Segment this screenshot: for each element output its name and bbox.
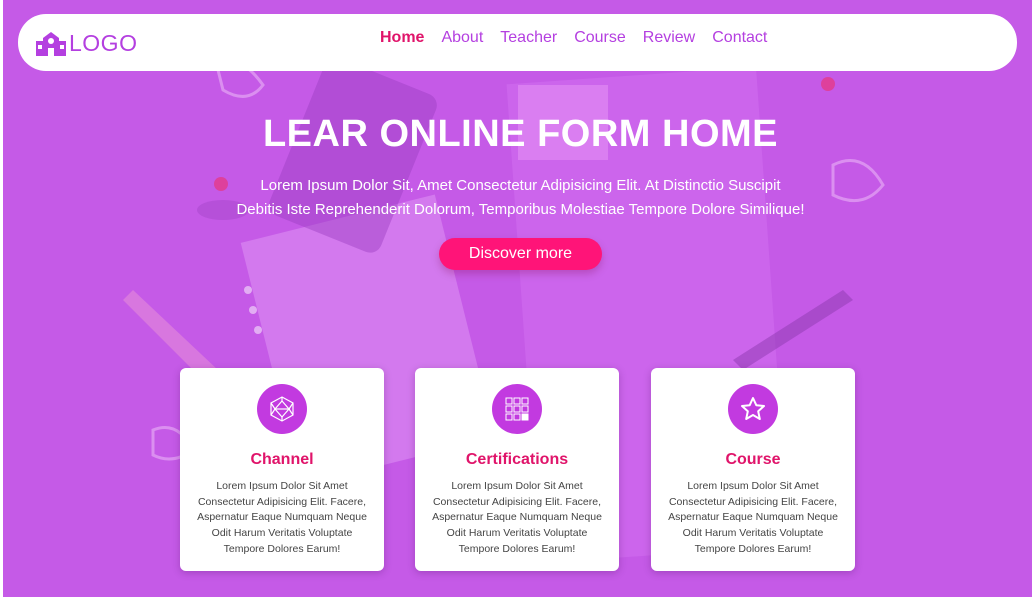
school-building-icon (36, 31, 66, 56)
card-text: Lorem Ipsum Dolor Sit Amet Consectetur A… (432, 480, 602, 555)
card-title: Certifications (465, 451, 569, 468)
logo-text: LOGO (69, 30, 138, 56)
nav-about[interactable]: About (441, 29, 483, 47)
navbar: LOGO Home About Teacher Course Review Co… (18, 14, 1017, 71)
card-text: Lorem Ipsum Dolor Sit Amet Consectetur A… (197, 480, 367, 555)
card-course[interactable]: Course Lorem Ipsum Dolor Sit Amet Consec… (651, 368, 855, 571)
card-certifications[interactable]: Certifications Lorem Ipsum Dolor Sit Ame… (415, 368, 619, 571)
grid-icon (492, 384, 542, 434)
card-channel[interactable]: Channel Lorem Ipsum Dolor Sit Amet Conse… (180, 368, 384, 571)
nav-menu: Home About Teacher Course Review Contact (380, 29, 784, 47)
hero-subtitle-line2: Debitis Iste Reprehenderit Dolorum, Temp… (236, 201, 805, 218)
card-title: Course (725, 451, 781, 468)
card-title: Channel (250, 451, 314, 468)
star-icon (728, 384, 778, 434)
discover-more-button[interactable]: Discover more (439, 238, 602, 270)
nav-contact[interactable]: Contact (712, 29, 767, 47)
polyhedron-icon (257, 384, 307, 434)
hero-subtitle-line1: Lorem Ipsum Dolor Sit, Amet Consectetur … (260, 177, 781, 194)
card-text: Lorem Ipsum Dolor Sit Amet Consectetur A… (668, 480, 838, 555)
nav-review[interactable]: Review (643, 29, 695, 47)
hero-subtitle: Lorem Ipsum Dolor Sit, Amet Consectetur … (208, 174, 833, 222)
nav-home[interactable]: Home (380, 29, 424, 47)
nav-course[interactable]: Course (574, 29, 626, 47)
hero-title: LEAR ONLINE FORM HOME (262, 113, 779, 155)
logo[interactable]: LOGO (36, 30, 137, 57)
nav-teacher[interactable]: Teacher (500, 29, 557, 47)
